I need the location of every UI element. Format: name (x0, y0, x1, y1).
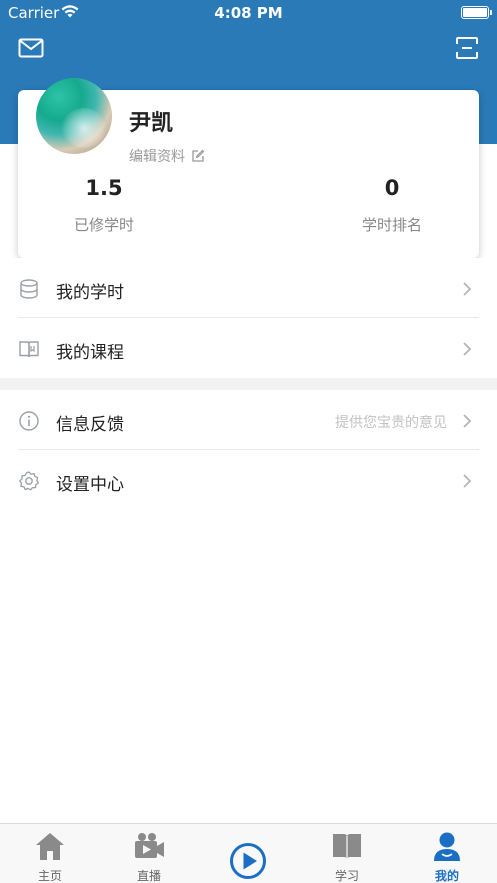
stat-hours-ranking[interactable]: 0 学时排名 (332, 176, 452, 235)
tab-label: 我的 (434, 869, 459, 883)
section-separator (0, 378, 497, 390)
user-name: 尹凯 (129, 111, 174, 136)
avatar[interactable] (36, 78, 112, 154)
tab-label: 直播 (136, 869, 161, 883)
status-bar: Carrier 4:08 PM (0, 0, 497, 26)
edit-profile-label: 编辑资料 (129, 149, 185, 165)
home-icon (36, 833, 64, 860)
menu-item-label: 我的课程 (56, 343, 124, 363)
tab-home[interactable]: 主页 (10, 824, 90, 883)
chevron-right-icon (463, 474, 472, 488)
menu-item-label: 设置中心 (56, 475, 124, 495)
menu-item-settings[interactable]: 设置中心 (0, 450, 497, 510)
clock-time: 4:08 PM (214, 4, 283, 22)
tab-study[interactable]: 学习 (307, 824, 387, 883)
mail-icon[interactable] (18, 37, 44, 59)
menu-item-hint: 提供您宝贵的意见 (335, 415, 447, 431)
battery-icon (461, 6, 492, 19)
menu-item-label: 信息反馈 (56, 415, 124, 435)
stat-study-hours-value: 1.5 (85, 176, 123, 200)
edit-profile-link[interactable]: 编辑资料 (129, 146, 205, 166)
book-icon (19, 341, 39, 358)
profile-card: 尹凯 编辑资料 1.5 已修学时 0 学时排名 (18, 78, 479, 258)
stat-hours-ranking-label: 学时排名 (361, 216, 422, 234)
chevron-right-icon (463, 282, 472, 296)
chevron-right-icon (463, 342, 472, 356)
play-circle-icon (230, 843, 266, 879)
menu-item-my-courses[interactable]: 我的课程 (0, 318, 497, 378)
tab-mine[interactable]: 我的 (407, 824, 487, 883)
tab-bar: 主页 直播 学习 我的 (0, 823, 497, 883)
menu-item-my-hours[interactable]: 我的学时 (0, 258, 497, 318)
stat-study-hours-label: 已修学时 (73, 216, 134, 234)
tab-live[interactable]: 直播 (109, 824, 189, 883)
menu-group-study: 我的学时 我的课程 (0, 258, 497, 378)
info-icon (19, 411, 39, 431)
stat-hours-ranking-value: 0 (384, 176, 400, 200)
tab-label: 学习 (334, 869, 359, 883)
gear-icon (19, 471, 40, 491)
menu-group-settings: 信息反馈 提供您宝贵的意见 设置中心 (0, 390, 497, 510)
edit-icon (192, 149, 205, 162)
scan-icon[interactable] (455, 36, 479, 60)
stat-study-hours[interactable]: 1.5 已修学时 (44, 176, 164, 235)
tab-play[interactable] (208, 824, 288, 883)
menu-item-feedback[interactable]: 信息反馈 提供您宝贵的意见 (0, 390, 497, 450)
open-book-icon (333, 834, 361, 860)
database-icon (20, 279, 38, 299)
tab-label: 主页 (37, 869, 62, 883)
video-camera-icon (135, 833, 164, 858)
chevron-right-icon (463, 414, 472, 428)
menu-item-label: 我的学时 (56, 283, 124, 303)
person-icon (434, 832, 460, 861)
